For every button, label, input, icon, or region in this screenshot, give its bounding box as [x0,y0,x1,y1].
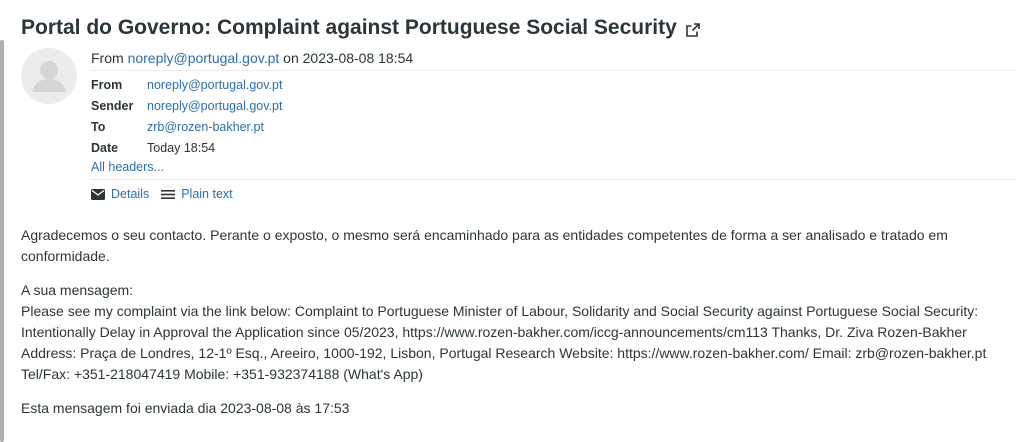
header-value-link[interactable]: noreply@portugal.gov.pt [147,99,282,113]
plain-text-label: Plain text [181,187,233,201]
message-header: Portal do Governo: Complaint against Por… [21,16,1016,201]
scrollbar[interactable] [0,40,4,442]
from-email-link[interactable]: noreply@portugal.gov.pt [128,50,280,66]
header-key: From [91,77,123,92]
header-key: To [91,119,106,134]
body-paragraph: Agradecemos o seu contacto. Perante o ex… [21,227,948,264]
details-label: Details [111,187,150,201]
header-value: Today 18:54 [147,140,216,155]
from-line: From noreply@portugal.gov.pt on 2023-08-… [91,50,1016,71]
external-link-icon[interactable] [685,20,701,37]
avatar-icon [21,48,77,104]
message-body: Agradecemos o seu contacto. Perante o ex… [21,225,996,432]
header-key: Date [91,140,119,155]
subject-text: Portal do Governo: Complaint against Por… [21,16,677,39]
header-value-link[interactable]: zrb@rozen-bakher.pt [147,120,264,134]
lines-icon [161,189,176,199]
plain-text-button[interactable]: Plain text [161,187,233,201]
on-word: on [283,50,299,66]
view-actions: Details Plain text [91,179,1016,201]
quoted-label: A sua mensagem: [21,282,134,298]
header-value-link[interactable]: noreply@portugal.gov.pt [147,78,282,92]
headers-table: From noreply@portugal.gov.pt Sender nore… [91,74,282,158]
body-paragraph: A sua mensagem: Please see my complaint … [21,280,996,385]
message-datetime: 2023-08-08 18:54 [302,50,414,66]
header-row: Date Today 18:54 [91,137,282,158]
message-meta: From noreply@portugal.gov.pt on 2023-08-… [91,50,1016,201]
details-button[interactable]: Details [91,187,149,201]
from-prefix: From [91,50,124,66]
header-row: To zrb@rozen-bakher.pt [91,116,282,137]
header-row: From noreply@portugal.gov.pt [91,74,282,95]
all-headers-link[interactable]: All headers... [91,160,1016,174]
message-subject: Portal do Governo: Complaint against Por… [21,16,1016,40]
header-key: Sender [91,98,134,113]
quoted-message: Please see my complaint via the link bel… [21,303,987,382]
body-paragraph: Esta mensagem foi enviada dia 2023-08-08… [21,400,350,416]
header-row: Sender noreply@portugal.gov.pt [91,95,282,116]
envelope-icon [91,188,105,200]
